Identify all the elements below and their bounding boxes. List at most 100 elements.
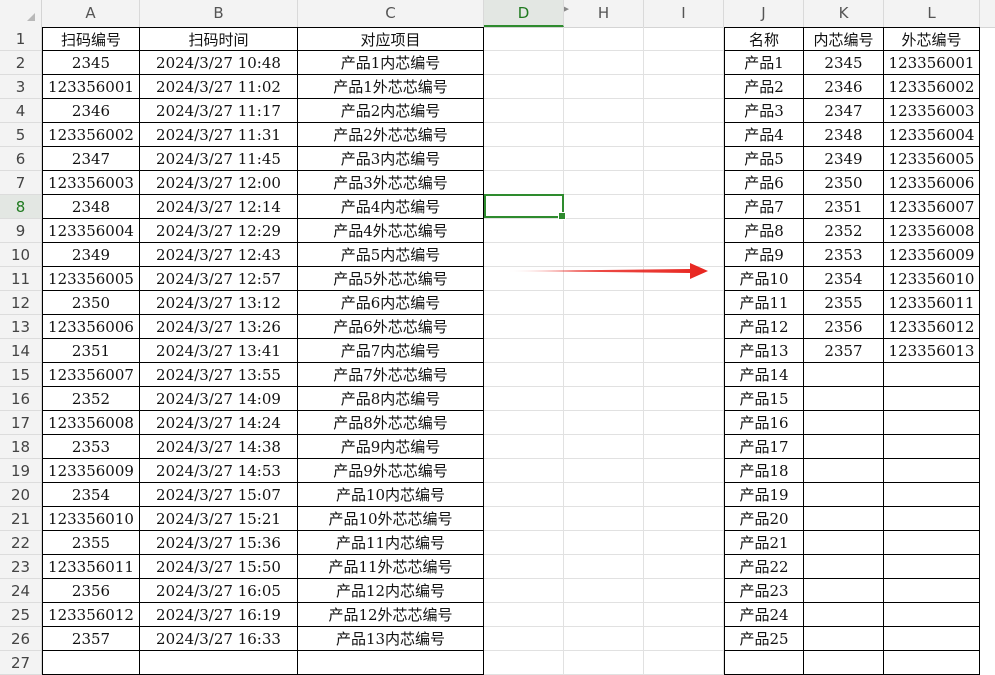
right-table-cell[interactable] <box>884 579 980 603</box>
empty-cell[interactable] <box>564 219 644 243</box>
left-table-cell[interactable]: 123356010 <box>42 507 140 531</box>
left-table-cell[interactable]: 2024/3/27 14:38 <box>140 435 298 459</box>
left-table-cell[interactable]: 产品3内芯编号 <box>298 147 484 171</box>
left-table-cell[interactable]: 2024/3/27 16:19 <box>140 603 298 627</box>
empty-cell[interactable] <box>484 651 564 675</box>
right-table-cell[interactable]: 2347 <box>804 99 884 123</box>
right-table-cell[interactable]: 123356007 <box>884 195 980 219</box>
left-table-cell[interactable]: 产品1内芯编号 <box>298 51 484 75</box>
empty-cell[interactable] <box>564 579 644 603</box>
right-table-header[interactable]: 名称 <box>724 27 804 51</box>
right-table-header[interactable]: 外芯编号 <box>884 27 980 51</box>
left-table-cell[interactable]: 产品12内芯编号 <box>298 579 484 603</box>
empty-cell[interactable] <box>564 315 644 339</box>
left-table-cell[interactable]: 2024/3/27 11:02 <box>140 75 298 99</box>
right-table-cell[interactable]: 产品17 <box>724 435 804 459</box>
row-header[interactable]: 24 <box>0 579 42 603</box>
right-table-cell[interactable]: 产品14 <box>724 363 804 387</box>
left-table-cell[interactable]: 2024/3/27 12:00 <box>140 171 298 195</box>
right-table-cell[interactable]: 123356009 <box>884 243 980 267</box>
column-header-d[interactable]: D <box>484 0 564 27</box>
empty-cell[interactable] <box>484 339 564 363</box>
right-table-cell[interactable] <box>884 483 980 507</box>
row-header[interactable]: 19 <box>0 459 42 483</box>
right-table-cell[interactable] <box>804 387 884 411</box>
left-table-cell[interactable]: 产品6外芯芯编号 <box>298 315 484 339</box>
row-header[interactable]: 2 <box>0 51 42 75</box>
row-header[interactable]: 21 <box>0 507 42 531</box>
right-table-cell[interactable]: 产品1 <box>724 51 804 75</box>
empty-cell[interactable] <box>564 51 644 75</box>
row-header[interactable]: 14 <box>0 339 42 363</box>
empty-cell[interactable] <box>644 603 724 627</box>
left-table-cell[interactable]: 123356006 <box>42 315 140 339</box>
empty-cell[interactable] <box>564 339 644 363</box>
left-table-cell[interactable]: 产品12外芯芯编号 <box>298 603 484 627</box>
empty-cell[interactable] <box>564 171 644 195</box>
right-table-cell[interactable]: 产品9 <box>724 243 804 267</box>
empty-cell[interactable] <box>644 339 724 363</box>
right-table-cell[interactable] <box>804 507 884 531</box>
left-table-cell[interactable]: 2348 <box>42 195 140 219</box>
empty-cell[interactable] <box>484 435 564 459</box>
empty-cell[interactable] <box>484 171 564 195</box>
column-header-c[interactable]: C <box>298 0 484 27</box>
right-table-cell[interactable]: 产品3 <box>724 99 804 123</box>
right-table-cell[interactable]: 123356013 <box>884 339 980 363</box>
left-table-cell[interactable]: 产品11外芯芯编号 <box>298 555 484 579</box>
row-header[interactable]: 20 <box>0 483 42 507</box>
left-table-cell[interactable]: 2024/3/27 14:53 <box>140 459 298 483</box>
spreadsheet-grid[interactable]: ◂▸ 1234567891011121314151617181920212223… <box>0 0 995 675</box>
right-table-cell[interactable]: 产品16 <box>724 411 804 435</box>
row-header[interactable]: 11 <box>0 267 42 291</box>
right-table-cell[interactable] <box>804 579 884 603</box>
empty-cell[interactable] <box>644 75 724 99</box>
left-table-cell[interactable]: 123356011 <box>42 555 140 579</box>
row-header[interactable]: 25 <box>0 603 42 627</box>
empty-cell[interactable] <box>644 291 724 315</box>
left-table-cell[interactable]: 2350 <box>42 291 140 315</box>
right-table-cell[interactable]: 产品15 <box>724 387 804 411</box>
empty-cell[interactable] <box>484 147 564 171</box>
empty-cell[interactable] <box>644 315 724 339</box>
left-table-cell[interactable]: 123356008 <box>42 411 140 435</box>
left-table-cell[interactable]: 123356005 <box>42 267 140 291</box>
left-table-cell[interactable]: 产品5外芯芯编号 <box>298 267 484 291</box>
empty-cell[interactable] <box>644 219 724 243</box>
row-header[interactable]: 9 <box>0 219 42 243</box>
left-table-cell[interactable]: 产品4内芯编号 <box>298 195 484 219</box>
empty-cell[interactable] <box>484 579 564 603</box>
left-table-cell[interactable] <box>140 651 298 675</box>
right-table-cell[interactable]: 产品13 <box>724 339 804 363</box>
left-table-header[interactable]: 扫码时间 <box>140 27 298 51</box>
left-table-cell[interactable]: 产品3外芯芯编号 <box>298 171 484 195</box>
left-table-cell[interactable]: 2352 <box>42 387 140 411</box>
empty-cell[interactable] <box>644 531 724 555</box>
empty-cell[interactable] <box>644 195 724 219</box>
left-table-cell[interactable]: 产品9外芯芯编号 <box>298 459 484 483</box>
right-table-cell[interactable] <box>884 387 980 411</box>
empty-cell[interactable] <box>644 555 724 579</box>
empty-cell[interactable] <box>564 435 644 459</box>
empty-cell[interactable] <box>644 579 724 603</box>
left-table-cell[interactable]: 产品6内芯编号 <box>298 291 484 315</box>
row-header[interactable]: 16 <box>0 387 42 411</box>
left-table-cell[interactable]: 123356002 <box>42 123 140 147</box>
right-table-cell[interactable]: 产品6 <box>724 171 804 195</box>
row-header[interactable]: 7 <box>0 171 42 195</box>
left-table-cell[interactable]: 产品4外芯芯编号 <box>298 219 484 243</box>
empty-cell[interactable] <box>484 75 564 99</box>
empty-cell[interactable] <box>484 51 564 75</box>
left-table-cell[interactable]: 123356004 <box>42 219 140 243</box>
left-table-cell[interactable]: 2024/3/27 15:36 <box>140 531 298 555</box>
row-header[interactable]: 13 <box>0 315 42 339</box>
right-table-cell[interactable] <box>884 435 980 459</box>
left-table-cell[interactable]: 产品2内芯编号 <box>298 99 484 123</box>
empty-cell[interactable] <box>484 411 564 435</box>
left-table-cell[interactable]: 123356009 <box>42 459 140 483</box>
empty-cell[interactable] <box>644 627 724 651</box>
left-table-cell[interactable]: 2349 <box>42 243 140 267</box>
right-table-cell[interactable]: 2346 <box>804 75 884 99</box>
right-table-cell[interactable]: 产品23 <box>724 579 804 603</box>
left-table-cell[interactable]: 产品7外芯芯编号 <box>298 363 484 387</box>
